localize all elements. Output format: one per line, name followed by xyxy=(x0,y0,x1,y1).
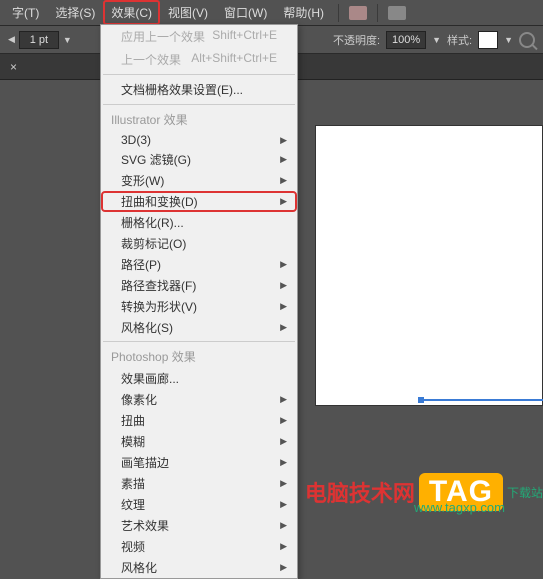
menu-crop-marks[interactable]: 裁剪标记(O) xyxy=(101,233,297,254)
menu-font[interactable]: 字(T) xyxy=(4,0,47,25)
menu-last-effect: 上一个效果Alt+Shift+Ctrl+E xyxy=(101,48,297,71)
chevron-down-icon[interactable]: ▼ xyxy=(432,35,441,45)
menu-texture[interactable]: 纹理▶ xyxy=(101,494,297,515)
search-icon[interactable] xyxy=(519,32,535,48)
opacity-label: 不透明度: xyxy=(333,32,380,48)
opacity-input[interactable]: 100% xyxy=(386,31,426,49)
path-segment[interactable] xyxy=(424,399,543,401)
chevron-down-icon[interactable]: ▼ xyxy=(504,35,513,45)
menu-path[interactable]: 路径(P)▶ xyxy=(101,254,297,275)
artboard[interactable] xyxy=(315,125,543,406)
menu-distort-transform[interactable]: 扭曲和变换(D)▶ xyxy=(101,191,297,212)
menu-stylize-ps[interactable]: 风格化▶ xyxy=(101,557,297,578)
menu-help[interactable]: 帮助(H) xyxy=(275,0,332,25)
menu-separator xyxy=(103,104,295,105)
menu-distort[interactable]: 扭曲▶ xyxy=(101,410,297,431)
menu-separator xyxy=(103,341,295,342)
chevron-left-icon[interactable]: ◀ xyxy=(8,34,15,45)
watermark-tail: 下载站 xyxy=(507,484,543,501)
watermark-brand: 电脑技术网 xyxy=(305,476,415,508)
menu-svg-filters[interactable]: SVG 滤镜(G)▶ xyxy=(101,149,297,170)
watermark: 电脑技术网 TAG 下载站 www.tagxp.com xyxy=(305,473,543,511)
menu-convert-to-shape[interactable]: 转换为形状(V)▶ xyxy=(101,296,297,317)
style-swatch[interactable] xyxy=(478,31,498,49)
menu-doc-raster-settings[interactable]: 文档栅格效果设置(E)... xyxy=(101,78,297,101)
chevron-down-icon[interactable]: ▼ xyxy=(63,35,72,45)
menu-view[interactable]: 视图(V) xyxy=(160,0,216,25)
menubar: 字(T) 选择(S) 效果(C) 视图(V) 窗口(W) 帮助(H) xyxy=(0,0,543,26)
menu-stylize-ai[interactable]: 风格化(S)▶ xyxy=(101,317,297,338)
menubar-separator xyxy=(338,4,339,22)
menu-separator xyxy=(103,74,295,75)
menu-effect-gallery[interactable]: 效果画廊... xyxy=(101,368,297,389)
arrange-icon[interactable] xyxy=(388,6,406,20)
menu-video[interactable]: 视频▶ xyxy=(101,536,297,557)
menu-pixelate[interactable]: 像素化▶ xyxy=(101,389,297,410)
menu-sketch[interactable]: 素描▶ xyxy=(101,473,297,494)
menu-blur[interactable]: 模糊▶ xyxy=(101,431,297,452)
bridge-icon[interactable] xyxy=(349,6,367,20)
menubar-separator xyxy=(377,4,378,22)
menu-3d[interactable]: 3D(3)▶ xyxy=(101,131,297,149)
menu-brush-strokes[interactable]: 画笔描边▶ xyxy=(101,452,297,473)
menu-pathfinder[interactable]: 路径查找器(F)▶ xyxy=(101,275,297,296)
menu-artistic[interactable]: 艺术效果▶ xyxy=(101,515,297,536)
tab-close-icon[interactable]: × xyxy=(4,60,23,74)
menu-apply-last-effect: 应用上一个效果Shift+Ctrl+E xyxy=(101,25,297,48)
menu-select[interactable]: 选择(S) xyxy=(47,0,103,25)
watermark-url: www.tagxp.com xyxy=(414,500,505,515)
menu-warp[interactable]: 变形(W)▶ xyxy=(101,170,297,191)
section-illustrator-effects: Illustrator 效果 xyxy=(101,108,297,131)
menu-effect[interactable]: 效果(C) xyxy=(103,0,160,25)
menu-window[interactable]: 窗口(W) xyxy=(216,0,275,25)
style-label: 样式: xyxy=(447,32,472,48)
menu-rasterize[interactable]: 栅格化(R)... xyxy=(101,212,297,233)
section-photoshop-effects: Photoshop 效果 xyxy=(101,345,297,368)
stroke-weight-input[interactable]: 1 pt xyxy=(19,31,59,49)
effect-menu-dropdown: 应用上一个效果Shift+Ctrl+E 上一个效果Alt+Shift+Ctrl+… xyxy=(100,24,298,579)
